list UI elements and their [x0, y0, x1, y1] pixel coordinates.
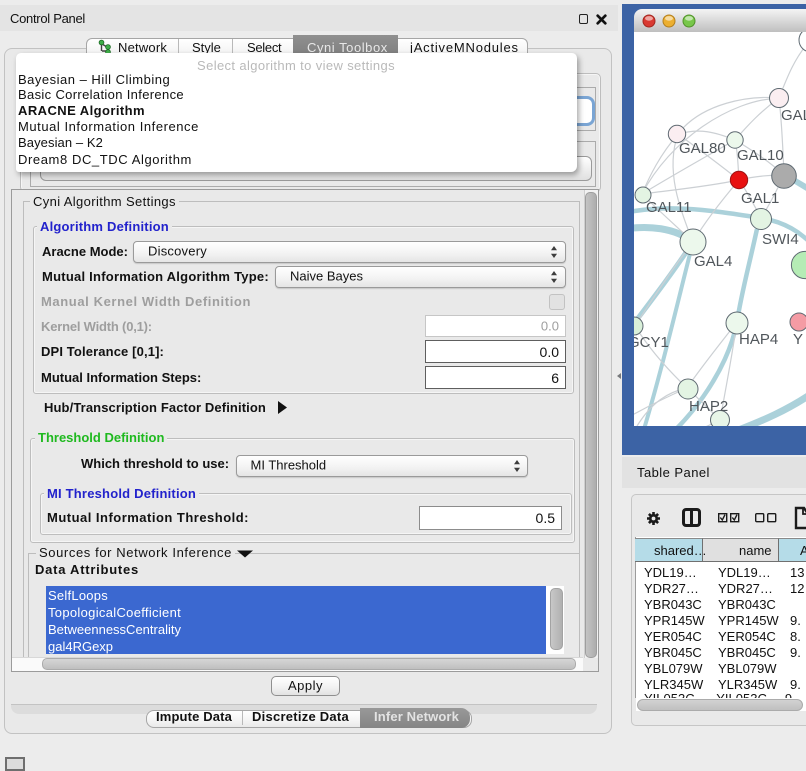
svg-text:GAL80: GAL80 [679, 140, 726, 157]
svg-text:GAL7: GAL7 [781, 107, 806, 124]
svg-text:GAL1: GAL1 [741, 190, 779, 207]
svg-text:HAP4: HAP4 [739, 331, 778, 348]
svg-text:GAL11: GAL11 [646, 199, 692, 216]
svg-text:GAL10: GAL10 [737, 147, 784, 164]
svg-text:SWI4: SWI4 [762, 231, 799, 248]
svg-text:GAL4: GAL4 [694, 253, 732, 270]
svg-text:GCY1: GCY1 [634, 334, 669, 351]
svg-text:Y: Y [793, 331, 803, 348]
svg-text:HAP2: HAP2 [689, 398, 728, 415]
